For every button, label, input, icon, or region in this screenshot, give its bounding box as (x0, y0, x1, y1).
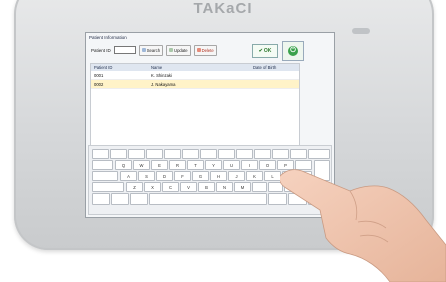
key-number[interactable] (254, 149, 271, 159)
key-e[interactable]: E (151, 160, 168, 170)
key-o[interactable]: O (259, 160, 276, 170)
key-number[interactable] (92, 149, 109, 159)
key-b[interactable]: B (198, 182, 215, 192)
search-toolbar: Patient ID Search Update Delete (91, 44, 217, 56)
ok-button-label: OK (263, 48, 272, 54)
delete-icon (196, 48, 201, 52)
key-comma[interactable] (252, 182, 267, 192)
key-k[interactable]: K (246, 171, 263, 181)
key-d[interactable]: D (156, 171, 173, 181)
table-row-selected[interactable]: 0002 J. Nakayama (91, 80, 299, 89)
patient-id-label: Patient ID (91, 47, 111, 53)
key-v[interactable]: V (180, 182, 197, 192)
key-number[interactable] (146, 149, 163, 159)
key-number[interactable] (182, 149, 199, 159)
key-j[interactable]: J (228, 171, 245, 181)
cell-name: J. Nakayama (151, 81, 176, 87)
key-y[interactable]: Y (205, 160, 222, 170)
exit-button[interactable]: ⏻ (282, 41, 304, 61)
patient-table: Patient ID Name Date of Birth 0001 K. Sh… (90, 63, 300, 147)
key-number[interactable] (164, 149, 181, 159)
key-n[interactable]: N (216, 182, 233, 192)
key-z[interactable]: Z (126, 182, 143, 192)
column-header-dob: Date of Birth (253, 65, 277, 70)
column-header-patient-id: Patient ID (94, 65, 113, 70)
delete-button-label: Delete (201, 47, 214, 53)
key-number[interactable] (236, 149, 253, 159)
key-x[interactable]: X (144, 182, 161, 192)
key-c[interactable]: C (162, 182, 179, 192)
key-number[interactable] (110, 149, 127, 159)
update-icon (169, 48, 174, 52)
key-number[interactable] (128, 149, 145, 159)
exit-icon: ⏻ (288, 46, 298, 56)
tab-key[interactable] (92, 160, 113, 170)
key-f[interactable]: F (174, 171, 191, 181)
fn-key[interactable] (111, 193, 129, 205)
key-a[interactable]: A (120, 171, 137, 181)
search-button-label: Search (146, 47, 161, 53)
key-q[interactable]: Q (115, 160, 132, 170)
cell-name: K. Shinzaki (151, 72, 172, 78)
caps-lock-key[interactable] (92, 171, 118, 181)
key-number[interactable] (200, 149, 217, 159)
brand-logo: TAKaCI (193, 0, 253, 17)
table-row[interactable]: 0001 K. Shinzaki (91, 71, 299, 80)
patient-id-input[interactable] (113, 46, 136, 54)
shift-key-left[interactable] (92, 182, 124, 192)
window-title: Patient Information (89, 35, 127, 40)
key-s[interactable]: S (138, 171, 155, 181)
key-g[interactable]: G (192, 171, 209, 181)
check-icon: ✔ (258, 48, 263, 54)
key-i[interactable]: I (241, 160, 258, 170)
update-button-label: Update (174, 47, 188, 53)
key-t[interactable]: T (187, 160, 204, 170)
pointing-hand-image (280, 169, 446, 282)
column-header-name: Name (151, 65, 163, 70)
key-w[interactable]: W (133, 160, 150, 170)
ok-button[interactable]: ✔ OK (252, 44, 278, 58)
search-button[interactable]: Search (138, 44, 164, 56)
stylus-holder (352, 28, 370, 34)
delete-button[interactable]: Delete (193, 44, 217, 56)
key-number[interactable] (218, 149, 235, 159)
key-m[interactable]: M (234, 182, 251, 192)
key-h[interactable]: H (210, 171, 227, 181)
search-icon (141, 48, 146, 52)
key-l[interactable]: L (264, 171, 281, 181)
table-header: Patient ID Name Date of Birth (91, 64, 299, 71)
ctrl-key[interactable] (92, 193, 110, 205)
key-u[interactable]: U (223, 160, 240, 170)
cell-patient-id: 0002 (94, 81, 104, 87)
key-r[interactable]: R (169, 160, 186, 170)
space-bar[interactable] (149, 193, 267, 205)
alt-key[interactable] (130, 193, 148, 205)
update-button[interactable]: Update (166, 44, 191, 56)
cell-patient-id: 0001 (94, 72, 104, 78)
